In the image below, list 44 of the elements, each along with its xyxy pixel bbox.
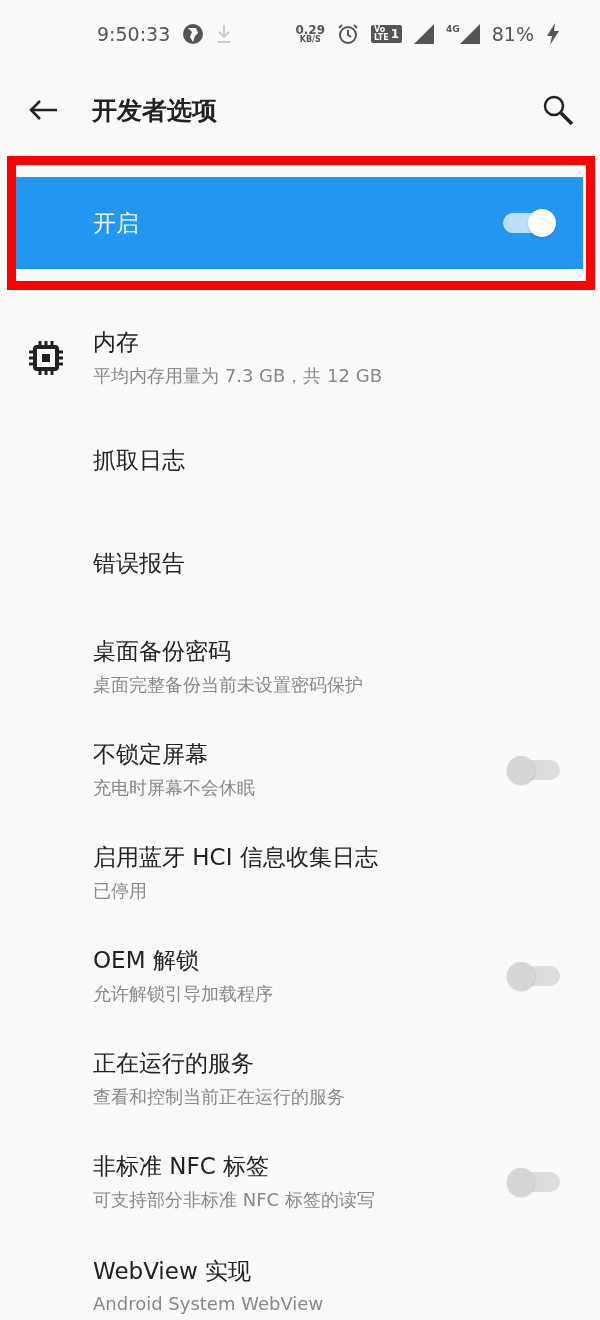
back-icon[interactable] [28,99,58,121]
settings-item[interactable]: 内存 平均内存用量为 7.3 GB，共 12 GB [0,306,600,409]
item-title: OEM 解锁 [93,946,200,975]
item-subtitle: 查看和控制当前正在运行的服务 [93,1085,346,1109]
charging-icon [546,23,560,45]
settings-item[interactable]: 错误报告 [0,512,600,615]
settings-item[interactable]: 抓取日志 [0,409,600,512]
network-type: 4G [446,24,460,34]
item-subtitle: 桌面完整备份当前未设置密码保护 [93,673,364,697]
item-subtitle: 可支持部分非标准 NFC 标签的读写 [93,1188,376,1212]
item-subtitle: 充电时屏幕不会休眠 [93,776,256,800]
settings-item[interactable]: 桌面备份密码 桌面完整备份当前未设置密码保护 [0,615,600,718]
settings-item[interactable]: WebView 实现 Android System WebView [0,1233,600,1320]
download-icon [216,23,233,45]
settings-item[interactable]: OEM 解锁 允许解锁引导加载程序 [0,924,600,1027]
globe-icon [182,23,205,45]
search-icon[interactable] [542,94,574,126]
clock: 9:50:33 [97,23,171,45]
item-subtitle: 已停用 [93,879,148,903]
battery-percent: 81% [491,23,534,45]
item-subtitle: 允许解锁引导加载程序 [93,982,274,1006]
item-title: WebView 实现 [93,1256,253,1286]
item-title: 抓取日志 [93,446,186,475]
switch-label: 开启 [93,208,140,238]
item-title: 不锁定屏幕 [93,740,209,769]
speed-unit: KB/S [299,36,321,44]
item-title: 非标准 NFC 标签 [93,1152,271,1181]
settings-item[interactable]: 启用蓝牙 HCI 信息收集日志 已停用 [0,821,600,924]
item-subtitle: 平均内存用量为 7.3 GB，共 12 GB [93,364,383,388]
chip-icon [28,339,64,376]
item-title: 启用蓝牙 HCI 信息收集日志 [93,843,379,872]
network-speed: 0.29 [295,24,326,36]
item-title: 内存 [93,328,140,357]
signal-icon [459,24,480,44]
settings-item[interactable]: 不锁定屏幕 充电时屏幕不会休眠 [0,718,600,821]
item-subtitle: Android System WebView [93,1292,325,1314]
page-title: 开发者选项 [92,94,218,127]
settings-item[interactable]: 非标准 NFC 标签 可支持部分非标准 NFC 标签的读写 [0,1130,600,1233]
signal-icon [414,24,435,44]
item-title: 错误报告 [93,549,186,578]
item-title: 正在运行的服务 [93,1049,255,1078]
alarm-icon [337,23,360,45]
settings-item[interactable]: 正在运行的服务 查看和控制当前正在运行的服务 [0,1027,600,1130]
item-title: 桌面备份密码 [93,637,232,666]
